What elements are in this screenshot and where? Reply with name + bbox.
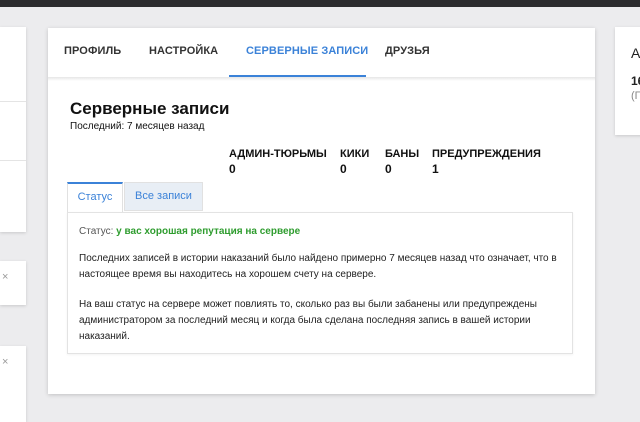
- close-icon[interactable]: ×: [2, 271, 8, 283]
- stat-warnings: ПРЕДУПРЕЖДЕНИЯ 1: [432, 148, 541, 176]
- status-info: На ваш статус на сервере может повлиять …: [79, 299, 537, 342]
- status-label: Статус:: [79, 226, 114, 237]
- stat-label: ПРЕДУПРЕЖДЕНИЯ: [432, 148, 541, 160]
- right-card-value: 16: [631, 74, 640, 88]
- status-panel: Статус: у вас хорошая репутация на серве…: [67, 212, 573, 354]
- tab-profile[interactable]: ПРОФИЛЬ: [64, 45, 121, 57]
- stat-value: 1: [432, 162, 439, 176]
- status-value: у вас хорошая репутация на сервере: [116, 226, 301, 237]
- status-explanation: Последних записей в истории наказаний бы…: [79, 253, 557, 280]
- stat-value: 0: [385, 162, 392, 176]
- tab-server-records[interactable]: СЕРВЕРНЫЕ ЗАПИСИ: [246, 45, 368, 57]
- subtab-all-records[interactable]: Все записи: [124, 182, 203, 211]
- stat-kicks: КИКИ 0: [340, 148, 369, 176]
- tab-friends[interactable]: ДРУЗЬЯ: [385, 45, 430, 57]
- profile-tabs: ПРОФИЛЬ НАСТРОЙКА СЕРВЕРНЫЕ ЗАПИСИ ДРУЗЬ…: [48, 28, 595, 77]
- stat-label: КИКИ: [340, 148, 370, 160]
- stat-value: 0: [340, 162, 347, 176]
- stat-bans: БАНЫ 0: [385, 148, 419, 176]
- left-side-card: [0, 27, 26, 232]
- stat-value: 0: [229, 162, 236, 176]
- tab-settings[interactable]: НАСТРОЙКА: [149, 45, 218, 57]
- top-bar: [0, 0, 640, 7]
- right-side-card: А 16 (П: [615, 27, 640, 135]
- stat-label: АДМИН-ТЮРЬМЫ: [229, 148, 327, 160]
- divider: [0, 160, 26, 161]
- left-side-card: ×: [0, 261, 26, 305]
- divider: [0, 101, 26, 102]
- tabs-shadow: [48, 77, 595, 81]
- stat-admin-jails: АДМИН-ТЮРЬМЫ 0: [229, 148, 327, 176]
- status-line: Статус: у вас хорошая репутация на серве…: [79, 226, 300, 237]
- right-card-note: (П: [631, 90, 640, 102]
- subtab-status[interactable]: Статус: [67, 182, 123, 212]
- right-card-title: А: [631, 45, 640, 61]
- page-title: Серверные записи: [70, 99, 230, 118]
- server-records-card: ПРОФИЛЬ НАСТРОЙКА СЕРВЕРНЫЕ ЗАПИСИ ДРУЗЬ…: [48, 28, 595, 394]
- stat-label: БАНЫ: [385, 148, 420, 160]
- close-icon[interactable]: ×: [2, 356, 8, 368]
- left-side-card: ×: [0, 346, 26, 422]
- last-record-time: Последний: 7 месяцев назад: [70, 121, 205, 132]
